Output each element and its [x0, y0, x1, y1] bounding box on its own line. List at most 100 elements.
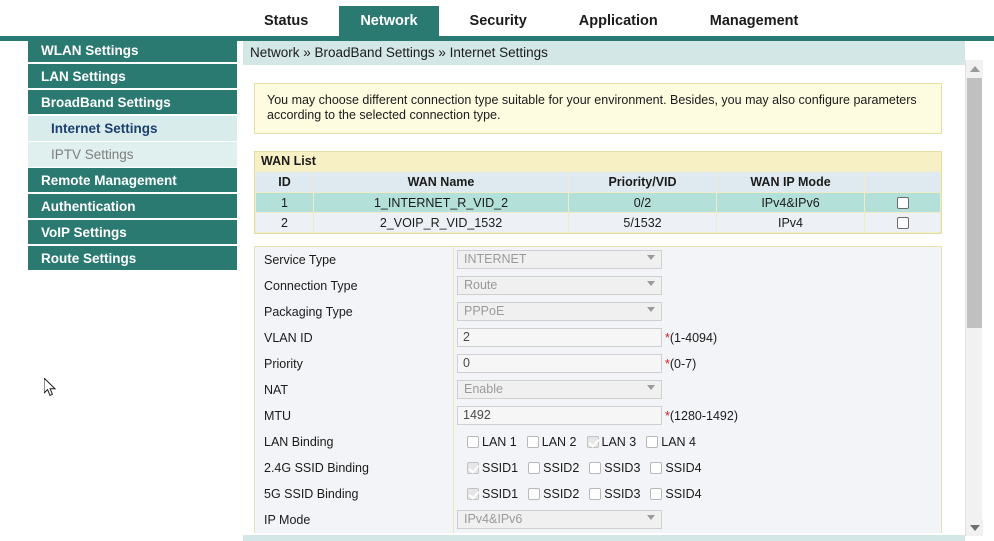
scrollbar-thumb[interactable] [967, 78, 982, 328]
wan-row-checkbox[interactable] [896, 197, 909, 210]
label-vlan-id: VLAN ID [255, 324, 454, 351]
row-ssid-24g: 2.4G SSID Binding SSID1 SSID2 SSID3 SSID4 [255, 454, 941, 481]
ssid-24g-ssid3[interactable]: SSID3 [589, 461, 640, 475]
packaging-type-value: PPPoE [464, 304, 505, 318]
ssid-5g-ssid4[interactable]: SSID4 [650, 487, 702, 501]
label-packaging-type: Packaging Type [255, 298, 454, 325]
lan-binding-lan2[interactable]: LAN 2 [526, 434, 577, 449]
nat-select[interactable]: Enable [457, 380, 662, 399]
ssid-24g-label: SSID2 [543, 460, 580, 475]
wan-config-form: Service Type INTERNET Connection Type Ro… [254, 246, 942, 533]
wan-col-header-2: Priority/VID [568, 171, 717, 193]
checkbox-icon[interactable] [589, 461, 602, 474]
lan-binding-lan1[interactable]: LAN 1 [467, 435, 517, 449]
sidebar-item-remote-management[interactable]: Remote Management [28, 168, 237, 194]
wan-cell-priority-vid: 0/2 [568, 192, 717, 213]
ip-mode-select[interactable]: IPv4&IPv6 [457, 510, 662, 529]
ip-mode-value: IPv4&IPv6 [464, 512, 523, 526]
lan-binding-group: LAN 1 LAN 2 LAN 3 LAN 4 [457, 435, 706, 449]
sidebar-item-lan-settings[interactable]: LAN Settings [28, 64, 237, 90]
table-row[interactable]: 1 1_INTERNET_R_VID_2 0/2 IPv4&IPv6 [255, 192, 941, 213]
lan-binding-lan4[interactable]: LAN 4 [646, 435, 696, 449]
checkbox-icon[interactable] [650, 487, 663, 500]
label-ssid-24g: 2.4G SSID Binding [255, 454, 454, 481]
chevron-down-icon [647, 307, 655, 312]
vertical-scrollbar[interactable] [965, 60, 983, 536]
triangle-down-icon [969, 524, 980, 531]
checkbox-icon[interactable] [467, 461, 479, 474]
checkbox-icon[interactable] [467, 487, 479, 500]
table-row[interactable]: 2 2_VOIP_R_VID_1532 5/1532 IPv4 [255, 212, 941, 233]
ssid-24g-label: SSID3 [604, 460, 641, 475]
ssid-5g-ssid1[interactable]: SSID1 [467, 487, 518, 501]
label-ip-mode: IP Mode [255, 506, 454, 533]
wan-row-select-cell[interactable] [864, 212, 941, 233]
tab-security[interactable]: Security [449, 6, 548, 36]
ssid-24g-ssid4[interactable]: SSID4 [650, 460, 702, 475]
scroll-down-button[interactable] [966, 519, 983, 536]
lan-binding-label: LAN 2 [541, 434, 577, 449]
sidebar-item-authentication[interactable]: Authentication [28, 194, 237, 220]
service-type-value: INTERNET [464, 252, 527, 266]
wan-row-select-cell[interactable] [864, 192, 941, 213]
checkbox-icon[interactable] [526, 435, 539, 448]
checkbox-icon[interactable] [646, 435, 659, 448]
lan-binding-label: LAN 1 [482, 434, 517, 449]
nat-value: Enable [464, 382, 503, 396]
ssid-24g-ssid2[interactable]: SSID2 [528, 461, 579, 475]
checkbox-icon[interactable] [586, 435, 599, 448]
ssid-24g-ssid1[interactable]: SSID1 [467, 461, 518, 475]
label-priority: Priority [255, 350, 454, 377]
row-priority: Priority 0 *(0-7) [255, 350, 941, 377]
sidebar-item-internet-settings[interactable]: Internet Settings [28, 116, 237, 142]
sidebar-item-wlan-settings[interactable]: WLAN Settings [28, 38, 237, 64]
wan-cell-id: 1 [255, 192, 314, 213]
tab-status[interactable]: Status [243, 6, 329, 36]
priority-range: (0-7) [669, 356, 697, 371]
lan-binding-label: LAN 4 [661, 434, 696, 449]
vlan-id-input[interactable]: 2 [457, 328, 662, 347]
chevron-down-icon [647, 385, 655, 390]
wan-list-panel: WAN List ID WAN Name Priority/VID WAN IP Mo… [254, 151, 942, 234]
checkbox-icon[interactable] [467, 435, 479, 448]
checkbox-icon[interactable] [650, 461, 663, 474]
service-type-select[interactable]: INTERNET [457, 250, 662, 269]
tab-network[interactable]: Network [339, 6, 439, 36]
scroll-up-button[interactable] [966, 60, 983, 77]
tab-management[interactable]: Management [689, 6, 820, 36]
wan-row-checkbox[interactable] [896, 217, 909, 230]
triangle-up-icon [969, 65, 980, 72]
ssid-5g-group: SSID1 SSID2 SSID3 SSID4 [457, 487, 712, 501]
label-ssid-5g: 5G SSID Binding [255, 480, 454, 507]
mtu-input[interactable]: 1492 [457, 406, 662, 425]
label-nat: NAT [255, 376, 454, 403]
priority-hint: *(0-7) [665, 357, 696, 371]
row-service-type: Service Type INTERNET [255, 246, 941, 273]
sidebar-item-voip-settings[interactable]: VoIP Settings [28, 220, 237, 246]
sidebar-item-route-settings[interactable]: Route Settings [28, 246, 237, 272]
sidebar-item-broadband-settings[interactable]: BroadBand Settings [28, 90, 237, 116]
connection-type-select[interactable]: Route [457, 276, 662, 295]
vlan-id-range: (1-4094) [669, 330, 718, 345]
priority-input[interactable]: 0 [457, 354, 662, 373]
packaging-type-select[interactable]: PPPoE [457, 302, 662, 321]
router-config-page: Status Network Security Application Manageme… [0, 0, 994, 541]
row-mtu: MTU 1492 *(1280-1492) [255, 402, 941, 429]
wan-cell-id: 2 [255, 212, 314, 233]
label-connection-type: Connection Type [255, 272, 454, 299]
checkbox-icon[interactable] [528, 487, 541, 500]
checkbox-icon[interactable] [528, 461, 541, 474]
wan-cell-ip-mode: IPv4 [716, 212, 865, 233]
row-ssid-5g: 5G SSID Binding SSID1 SSID2 SSID3 SSID4 [255, 480, 941, 507]
row-ip-mode: IP Mode IPv4&IPv6 [255, 506, 941, 533]
checkbox-icon[interactable] [589, 487, 602, 500]
wan-table-header-row: ID WAN Name Priority/VID WAN IP Mode [255, 171, 941, 193]
sidebar-item-iptv-settings[interactable]: IPTV Settings [28, 142, 237, 168]
label-lan-binding: LAN Binding [255, 428, 454, 455]
row-lan-binding: LAN Binding LAN 1 LAN 2 LAN 3 LAN 4 [255, 428, 941, 455]
ssid-5g-ssid3[interactable]: SSID3 [589, 487, 640, 501]
tab-application[interactable]: Application [558, 6, 679, 36]
ssid-5g-ssid2[interactable]: SSID2 [528, 487, 579, 501]
ssid-24g-label: SSID4 [665, 460, 702, 475]
lan-binding-lan3[interactable]: LAN 3 [586, 435, 636, 449]
